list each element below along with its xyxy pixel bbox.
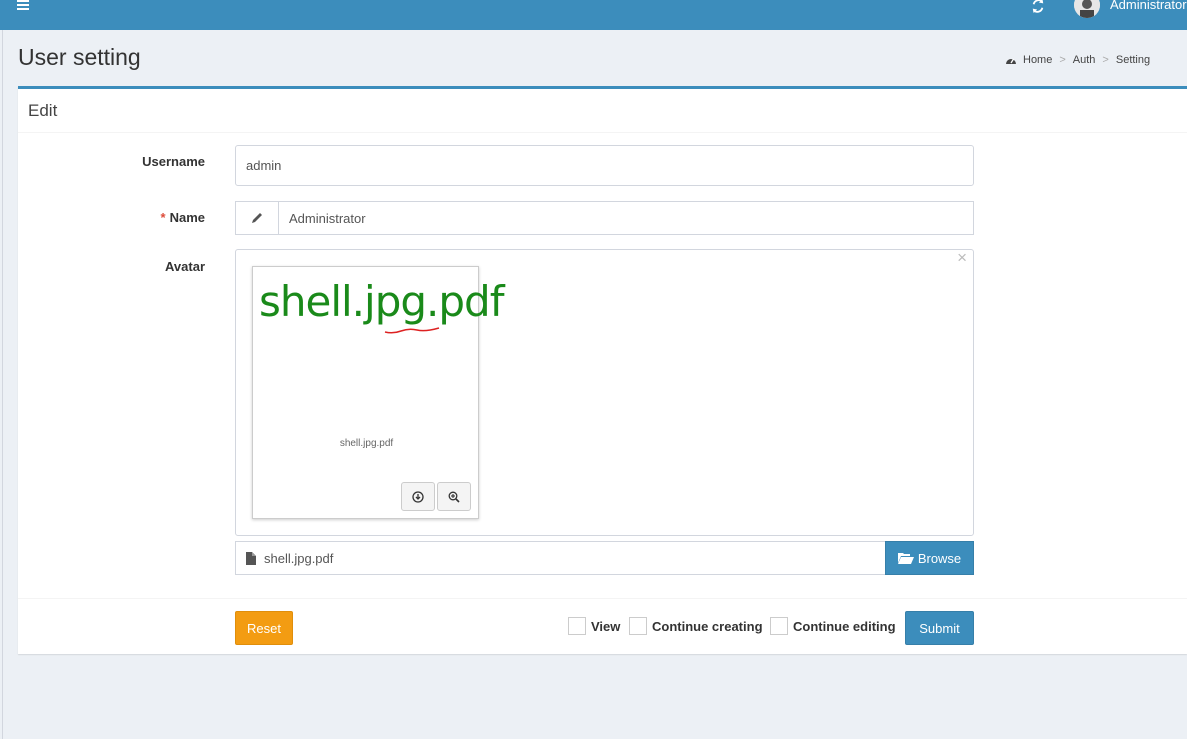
breadcrumb-separator: >	[1059, 54, 1066, 66]
avatar-label: Avatar	[165, 259, 205, 274]
edit-box: Edit Username admin * Name Administrator …	[18, 86, 1187, 654]
hamburger-icon[interactable]	[17, 0, 29, 10]
zoom-in-icon[interactable]	[437, 482, 471, 511]
view-label: View	[591, 618, 621, 634]
close-icon[interactable]: ×	[957, 248, 967, 268]
divider	[18, 598, 1187, 599]
avatar-preview-panel: × shell.jpg.pdf shell.jpg.pdf	[235, 248, 974, 536]
user-name[interactable]: Administrator	[1110, 0, 1187, 12]
continue-creating-label: Continue creating	[652, 618, 763, 634]
preview-filename-large: shell.jpg.pdf	[259, 277, 504, 326]
breadcrumb-setting: Setting	[1115, 54, 1151, 66]
download-icon[interactable]	[401, 482, 435, 511]
breadcrumb: Home > Auth > Setting	[1005, 54, 1150, 66]
continue-editing-checkbox-group[interactable]: Continue editing	[770, 617, 896, 635]
refresh-icon[interactable]	[1031, 0, 1047, 13]
divider	[18, 132, 1187, 133]
file-name-field[interactable]: shell.jpg.pdf	[235, 541, 886, 575]
username-input[interactable]: admin	[235, 145, 974, 186]
name-label-text: Name	[169, 210, 205, 225]
name-input[interactable]: Administrator	[278, 201, 974, 235]
submit-button[interactable]: Submit	[905, 611, 974, 645]
avatar[interactable]	[1074, 0, 1100, 18]
username-label: Username	[142, 154, 205, 169]
view-checkbox-group[interactable]: View	[568, 617, 620, 635]
breadcrumb-separator: >	[1102, 54, 1109, 66]
browse-label: Browse	[917, 550, 962, 566]
dashboard-icon	[1006, 58, 1016, 64]
breadcrumb-home[interactable]: Home	[1023, 54, 1052, 66]
view-checkbox[interactable]	[568, 617, 586, 635]
box-title: Edit	[28, 101, 58, 120]
top-navbar: Administrator	[0, 0, 1187, 30]
required-marker: *	[160, 210, 166, 225]
continue-creating-checkbox-group[interactable]: Continue creating	[629, 617, 763, 635]
page-title: User setting	[18, 44, 141, 70]
file-icon	[246, 551, 256, 565]
name-label: * Name	[25, 210, 205, 225]
continue-creating-checkbox[interactable]	[629, 617, 647, 635]
browse-button[interactable]: Browse	[885, 541, 974, 575]
continue-editing-checkbox[interactable]	[770, 617, 788, 635]
continue-editing-label: Continue editing	[793, 618, 896, 634]
file-preview-thumbnail: shell.jpg.pdf shell.jpg.pdf	[252, 266, 504, 519]
reset-button[interactable]: Reset	[235, 611, 293, 645]
preview-caption: shell.jpg.pdf	[339, 438, 394, 449]
breadcrumb-auth[interactable]: Auth	[1073, 54, 1096, 66]
file-name-text: shell.jpg.pdf	[264, 550, 334, 566]
pencil-icon	[235, 201, 279, 235]
red-underline-mark	[384, 327, 440, 334]
folder-open-icon	[897, 553, 914, 564]
